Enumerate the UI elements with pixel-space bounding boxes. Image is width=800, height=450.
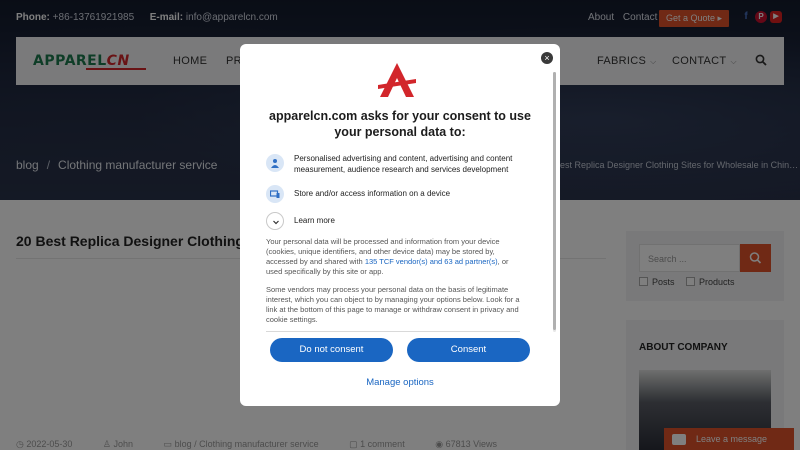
device-icon: [266, 185, 284, 203]
site-logo-icon: [376, 61, 418, 97]
scrollbar-thumb[interactable]: [553, 72, 556, 330]
consent-dialog: × apparelcn.com asks for your consent to…: [240, 44, 560, 406]
person-icon: [266, 154, 284, 172]
purpose-text: Store and/or access information on a dev…: [294, 189, 451, 198]
consent-paragraph-1: Your personal data will be processed and…: [266, 237, 524, 277]
manage-options-link[interactable]: Manage options: [240, 377, 560, 388]
consent-paragraph-2: Some vendors may process your personal d…: [266, 285, 520, 324]
purpose-text: Personalised advertising and content, ad…: [294, 154, 513, 174]
modal-divider: [266, 331, 520, 332]
learn-more-label: Learn more: [294, 216, 335, 225]
chevron-down-icon: [266, 212, 284, 230]
consent-button[interactable]: Consent: [407, 338, 530, 362]
consent-title: apparelcn.com asks for your consent to u…: [269, 109, 531, 139]
do-not-consent-button[interactable]: Do not consent: [270, 338, 393, 362]
close-button[interactable]: ×: [541, 52, 553, 64]
vendors-link[interactable]: 135 TCF vendor(s) and 63 ad partner(s): [365, 257, 498, 266]
